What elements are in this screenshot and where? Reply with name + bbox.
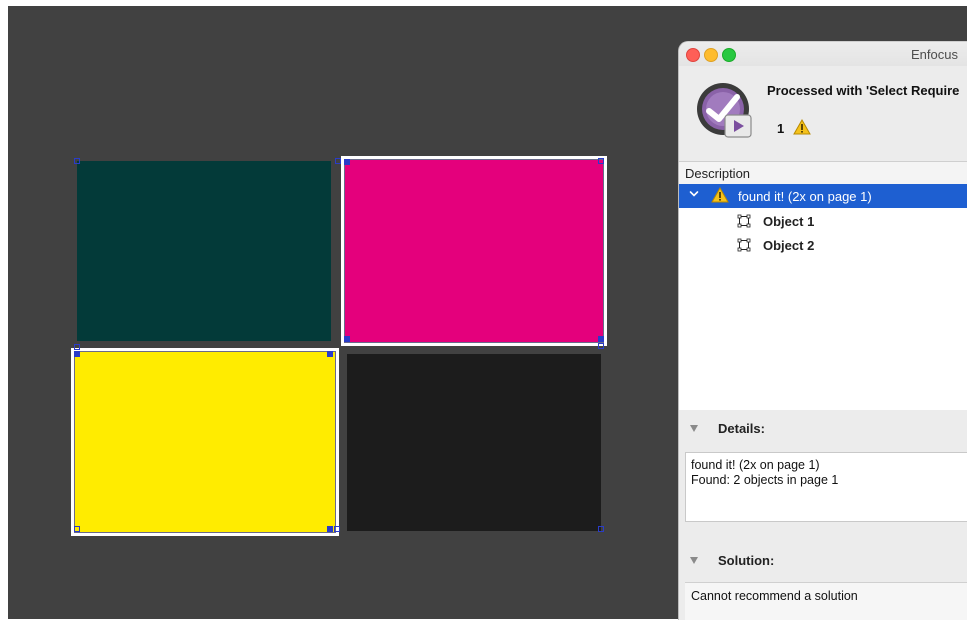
enfocus-pitstop-logo-icon bbox=[697, 83, 752, 138]
warning-triangle-icon bbox=[793, 119, 811, 135]
minimize-window-button[interactable] bbox=[704, 48, 718, 62]
zoom-window-button[interactable] bbox=[722, 48, 736, 62]
window-title: Enfocus bbox=[911, 47, 958, 62]
details-text-box[interactable]: found it! (2x on page 1) Found: 2 object… bbox=[685, 452, 967, 522]
disclosure-triangle-icon[interactable] bbox=[689, 556, 699, 565]
swatch-dark-teal[interactable] bbox=[77, 161, 331, 341]
details-section-header[interactable]: Details: bbox=[679, 415, 967, 443]
handle-teal-top-left[interactable] bbox=[74, 158, 80, 164]
details-heading: Details: bbox=[718, 421, 765, 436]
swatch-magenta[interactable] bbox=[341, 156, 607, 346]
handle-magenta-inner-top-left[interactable] bbox=[344, 159, 350, 165]
warning-count: 1 bbox=[777, 121, 785, 136]
handle-yellow-bottom-left[interactable] bbox=[74, 526, 80, 532]
handle-magenta-bottom-right[interactable] bbox=[598, 336, 604, 342]
handle-yellow-bottom-right[interactable] bbox=[327, 526, 333, 532]
solution-heading: Solution: bbox=[718, 553, 775, 568]
close-window-button[interactable] bbox=[686, 48, 700, 62]
description-header-label: Description bbox=[685, 166, 751, 181]
handle-magenta-top-right[interactable] bbox=[598, 158, 604, 164]
handle-magenta-outer-bottom-right[interactable] bbox=[598, 343, 604, 349]
handle-yellow-inner-top-left[interactable] bbox=[74, 351, 80, 357]
solution-text: Cannot recommend a solution bbox=[691, 589, 858, 603]
handle-black-bottom-left[interactable] bbox=[334, 526, 340, 532]
details-line: Found: 2 objects in page 1 bbox=[691, 473, 839, 487]
object-bounds-icon bbox=[737, 214, 751, 228]
handle-yellow-top-left[interactable] bbox=[74, 344, 80, 350]
enfocus-panel: Enfocus Processed with 'Select Require 1… bbox=[678, 41, 967, 620]
description-column-header[interactable]: Description bbox=[679, 162, 967, 185]
disclosure-triangle-icon[interactable] bbox=[689, 424, 699, 433]
solution-text-box[interactable]: Cannot recommend a solution bbox=[685, 582, 967, 620]
chevron-down-icon[interactable] bbox=[689, 189, 699, 199]
issue-label: found it! (2x on page 1) bbox=[738, 189, 872, 204]
results-outline[interactable]: Description found it! (2x on page 1) Obj… bbox=[679, 161, 967, 410]
processed-with-text: Processed with 'Select Require bbox=[767, 83, 960, 98]
solution-section-header[interactable]: Solution: bbox=[679, 547, 967, 575]
handle-magenta-bottom-left[interactable] bbox=[344, 336, 350, 342]
handle-black-bottom-right[interactable] bbox=[598, 526, 604, 532]
swatch-yellow[interactable] bbox=[71, 348, 339, 536]
handle-magenta-top-left[interactable] bbox=[335, 158, 341, 164]
object-bounds-icon bbox=[737, 238, 751, 252]
handle-yellow-top-right[interactable] bbox=[327, 351, 333, 357]
warning-triangle-icon bbox=[711, 187, 729, 203]
details-line: found it! (2x on page 1) bbox=[691, 458, 820, 472]
title-bar[interactable]: Enfocus bbox=[679, 42, 967, 66]
swatch-black[interactable] bbox=[347, 354, 601, 531]
object-label: Object 2 bbox=[763, 238, 815, 253]
object-label: Object 1 bbox=[763, 214, 815, 229]
issue-row-found-it[interactable]: found it! (2x on page 1) bbox=[679, 184, 967, 208]
object-row[interactable]: Object 2 bbox=[679, 233, 967, 257]
object-row[interactable]: Object 1 bbox=[679, 209, 967, 233]
